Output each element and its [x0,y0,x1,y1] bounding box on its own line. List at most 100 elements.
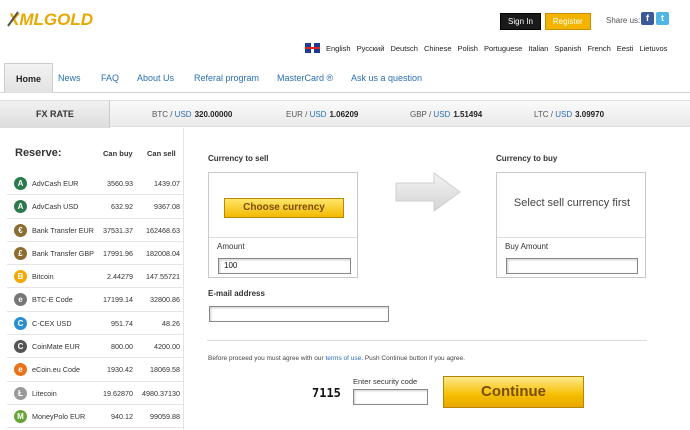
reserve-currency-name: C-CEX USD [32,318,72,328]
buy-amount-input[interactable] [506,258,638,274]
reserve-currency-name: AdvCash USD [32,202,79,212]
lang-eesti[interactable]: Eesti [617,44,634,53]
lang-polish[interactable]: Polish [458,44,478,53]
reserve-row: B Bitcoin 2.44279 147.55721 [7,265,183,289]
reserve-row: C CoinMate EUR 800.00 4200.00 [7,335,183,359]
reserve-currency-name: CoinMate EUR [32,342,80,352]
sell-label: Currency to sell [208,154,269,163]
reserve-can-sell: 9367.08 [154,202,180,212]
rate-eur: EUR / USD 1.06209 [286,110,359,119]
language-bar: English Русский Deutsch Chinese Polish P… [305,43,667,53]
lang-spanish[interactable]: Spanish [554,44,581,53]
email-label: E-mail address [208,289,265,298]
nav-news[interactable]: News [58,63,81,93]
lang-portuguese[interactable]: Portuguese [484,44,522,53]
reserve-can-buy: 19.62870 [103,388,133,398]
rate-btc: BTC / USD 320.00000 [152,110,233,119]
lang-french[interactable]: French [587,44,610,53]
reserve-can-sell: 48.26 [162,318,180,328]
reserve-row: € Bank Transfer EUR 37531.37 162468.63 [7,219,183,242]
reserve-currency-name: Bitcoin [32,272,54,282]
reserve-row: £ Bank Transfer GBP 17991.96 182008.04 [7,242,183,266]
nav-referal-program[interactable]: Referal program [194,63,259,93]
sign-in-button[interactable]: Sign In [500,13,541,30]
lang-chinese[interactable]: Chinese [424,44,452,53]
reserve-can-buy: 632.92 [111,202,133,212]
lang-lietuvos[interactable]: Lietuvos [639,44,667,53]
uk-flag-icon [305,43,320,53]
continue-button[interactable]: Continue [443,376,584,408]
nav-home[interactable]: Home [4,63,54,93]
reserve-can-buy: 2.44279 [107,272,133,282]
reserve-row: A AdvCash EUR 3560.93 1439.07 [7,172,183,196]
bitcoin-icon: B [14,270,27,284]
reserve-currency-name: MoneyPolo EUR [32,411,86,421]
reserve-currency-name: Litecoin [32,388,57,398]
register-button[interactable]: Register [544,13,591,30]
reserve-can-sell: 147.55721 [146,272,180,282]
terms-of-use-link[interactable]: terms of use [325,355,361,362]
reserve-can-buy: 3560.93 [107,179,133,188]
xmlgold-logo[interactable]: XMLGOLD [6,6,106,32]
moneypolo-icon: M [14,409,27,423]
col-can-sell: Can sell [147,149,176,158]
reserve-currency-name: BTC-E Code [32,295,73,305]
lang-deutsch[interactable]: Deutsch [390,44,418,53]
litecoin-icon: Ł [14,386,27,400]
email-input[interactable] [209,306,389,322]
rate-gbp: GBP / USD 1.51494 [410,110,483,119]
arrow-right-icon [395,172,461,212]
ccex-icon: C [14,316,27,330]
reserve-title: Reserve: [15,147,62,159]
nav-about-us[interactable]: About Us [137,63,174,93]
sidebar-divider [183,128,184,430]
lang-italian[interactable]: Italian [528,44,548,53]
share-label: Share us: [606,16,641,25]
buy-amount-label: Buy Amount [505,242,549,251]
advcash-icon: A [14,177,27,190]
sell-panel: Choose currency Amount 100 [208,172,358,278]
security-code-label: Enter security code [353,377,418,386]
lang-english[interactable]: English [326,44,351,53]
choose-currency-button[interactable]: Choose currency [224,198,344,218]
svg-text:XMLGOLD: XMLGOLD [7,10,93,29]
reserve-row: M MoneyPolo EUR 940.12 99059.88 [7,405,183,429]
reserve-row: e BTC-E Code 17199.14 32800.86 [7,288,183,312]
amount-input[interactable]: 100 [218,258,351,274]
reserve-can-sell: 1439.07 [154,179,180,188]
main-nav: Home News FAQ About Us Referal program M… [0,63,690,93]
captcha-image: 7115 [312,386,341,400]
fx-rate-label: FX RATE [0,101,110,128]
coinmate-icon: C [14,340,27,354]
facebook-icon[interactable]: f [641,12,654,25]
nav-ask-question[interactable]: Ask us a question [351,63,422,93]
nav-faq[interactable]: FAQ [101,63,119,93]
buy-label: Currency to buy [496,154,558,163]
reserve-row: A AdvCash USD 632.92 9367.08 [7,195,183,219]
reserve-can-sell: 182008.04 [146,248,180,258]
reserve-can-buy: 800.00 [111,342,133,352]
reserve-can-sell: 99059.88 [150,411,180,421]
form-divider [207,340,647,341]
security-code-input[interactable] [353,389,428,405]
nav-mastercard[interactable]: MasterCard ® [277,63,333,93]
reserve-row: Ł Litecoin 19.62870 4980.37130 [7,382,183,405]
euro-icon: € [14,223,27,237]
reserve-can-buy: 17991.96 [103,248,133,258]
advcash-icon: A [14,200,27,214]
btce-icon: e [14,293,27,307]
amount-label: Amount [217,242,245,251]
reserve-currency-name: Bank Transfer EUR [32,225,94,235]
reserve-can-sell: 4980.37130 [142,388,180,398]
reserve-can-buy: 951.74 [111,318,133,328]
rate-ltc: LTC / USD 3.09970 [534,110,605,119]
terms-notice: Before proceed you must agree with our t… [208,355,465,362]
reserve-can-buy: 17199.14 [103,295,133,305]
twitter-icon[interactable]: t [656,12,669,25]
fx-rate-bar: FX RATE BTC / USD 320.00000 EUR / USD 1.06… [0,100,690,128]
reserve-can-sell: 162468.63 [146,225,180,235]
reserve-row: C C-CEX USD 951.74 48.26 [7,312,183,336]
ecoin-icon: e [14,363,27,377]
reserve-row: e eCoin.eu Code 1930.42 18069.58 [7,358,183,382]
lang-russian[interactable]: Русский [357,44,385,53]
